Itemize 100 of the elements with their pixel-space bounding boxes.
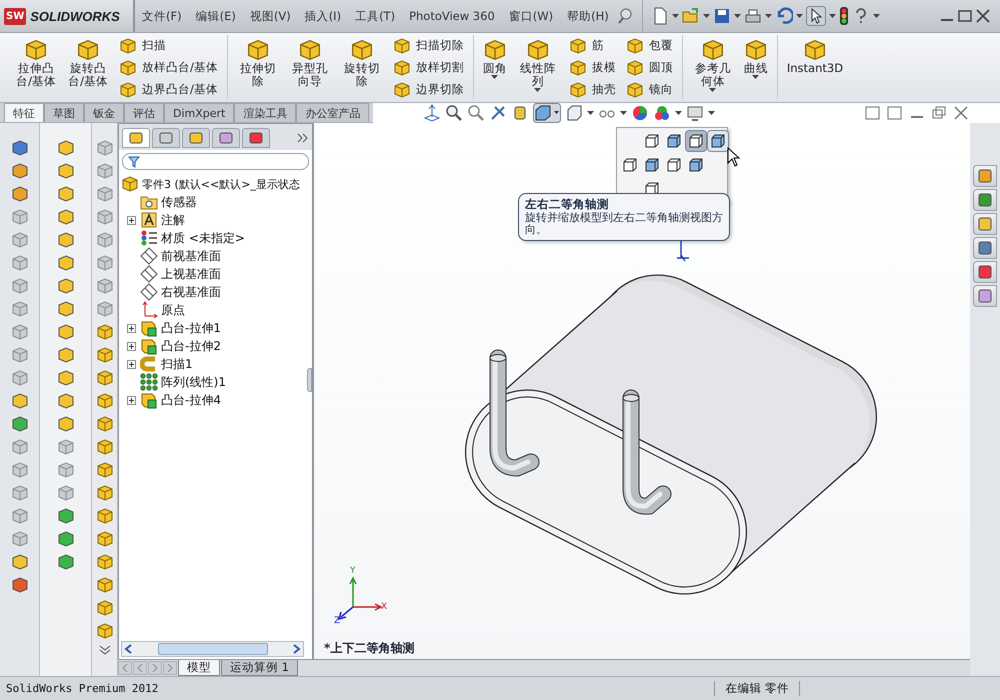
block-icon[interactable] — [10, 300, 28, 318]
ribbon-button[interactable]: Instant3D — [784, 35, 846, 99]
block-icon[interactable] — [10, 346, 28, 364]
expand-icon[interactable] — [127, 396, 136, 404]
ribbon-button[interactable]: 圆顶 — [622, 57, 676, 78]
expand-icon[interactable] — [127, 342, 136, 350]
caret-icon[interactable] — [534, 88, 542, 93]
task-pane-button[interactable] — [973, 261, 997, 283]
tool-icon[interactable] — [56, 208, 74, 226]
block-icon[interactable] — [96, 576, 114, 594]
block-icon[interactable] — [96, 461, 114, 479]
traffic-light-icon[interactable] — [838, 6, 849, 26]
block-icon[interactable] — [96, 369, 114, 387]
task-pane-button[interactable] — [973, 237, 997, 259]
expand-icon[interactable] — [127, 324, 136, 332]
tree-item[interactable]: 传感器 — [161, 194, 197, 210]
zoom-icon[interactable] — [467, 104, 486, 122]
undo-icon[interactable] — [774, 7, 793, 25]
zoom-icon[interactable] — [445, 104, 464, 122]
task-pane-button[interactable] — [973, 285, 997, 307]
caret-icon[interactable] — [709, 88, 716, 93]
caret-icon[interactable] — [675, 110, 682, 116]
tool-icon[interactable] — [10, 139, 28, 157]
block-icon[interactable] — [96, 231, 114, 249]
tree-item[interactable]: 原点 — [161, 302, 185, 318]
ribbon-button[interactable]: 扫描切除 — [390, 35, 467, 56]
block-icon[interactable] — [96, 300, 114, 318]
block-icon[interactable] — [10, 530, 28, 548]
block-icon[interactable] — [56, 461, 74, 479]
caret-icon[interactable] — [734, 14, 741, 18]
block-icon[interactable] — [10, 323, 28, 341]
panel-tab[interactable] — [152, 128, 180, 148]
ribbon-button[interactable]: 旋转切除 — [338, 35, 386, 99]
panel-collapse-handle[interactable] — [307, 368, 312, 392]
ribbon-button[interactable]: 抽壳 — [566, 79, 619, 100]
ribbon-button[interactable]: 线性阵列 — [514, 35, 562, 99]
tool-icon[interactable] — [10, 392, 28, 410]
tool-icon[interactable] — [10, 576, 28, 594]
caret-icon[interactable] — [872, 14, 880, 18]
block-icon[interactable] — [10, 507, 28, 525]
tool-icon[interactable] — [56, 277, 74, 295]
block-icon[interactable] — [10, 438, 28, 456]
menu-item[interactable]: 帮助(H) — [560, 8, 616, 24]
tool-icon[interactable] — [56, 300, 74, 318]
ribbon-button[interactable]: 拉伸凸台/基体 — [12, 35, 60, 99]
tree-item[interactable]: 材质 <未指定> — [161, 230, 245, 246]
menu-item[interactable]: 视图(V) — [242, 8, 298, 24]
ribbon-button[interactable]: 圆角 — [480, 35, 510, 99]
ribbon-button[interactable]: 镜向 — [622, 79, 676, 100]
filter-field[interactable] — [122, 153, 309, 170]
model-tab[interactable]: 运动算例 1 — [221, 660, 298, 676]
ribbon-button[interactable]: 旋转凸台/基体 — [64, 35, 112, 99]
caret-icon[interactable] — [672, 14, 679, 18]
ribbon-button[interactable]: 参考几何体 — [688, 35, 737, 99]
ribbon-button[interactable]: 放样切割 — [390, 57, 467, 78]
block-icon[interactable] — [96, 392, 114, 410]
expand-icon[interactable] — [127, 360, 136, 368]
caret-icon[interactable] — [796, 14, 803, 18]
view-option-button[interactable] — [707, 130, 729, 152]
tree-item[interactable]: 前视基准面 — [161, 248, 221, 264]
sphere-icon[interactable] — [631, 104, 650, 122]
task-pane-button[interactable] — [973, 213, 997, 235]
task-pane-button[interactable] — [973, 165, 997, 187]
save-icon[interactable] — [712, 7, 731, 25]
monitor-icon[interactable] — [686, 104, 704, 122]
menu-item[interactable]: 编辑(E) — [188, 8, 243, 24]
tool-icon[interactable] — [56, 392, 74, 410]
block-icon[interactable] — [96, 185, 114, 203]
double-chevron-icon[interactable] — [98, 645, 110, 655]
caret-icon[interactable] — [491, 75, 498, 80]
block-icon[interactable] — [56, 438, 74, 456]
block-icon[interactable] — [10, 254, 28, 272]
tool-icon[interactable] — [56, 254, 74, 272]
block-icon[interactable] — [96, 254, 114, 272]
view-option-button[interactable] — [685, 130, 707, 152]
block-icon[interactable] — [96, 438, 114, 456]
block-icon[interactable] — [96, 162, 114, 180]
tool-icon[interactable] — [56, 346, 74, 364]
tool-icon[interactable] — [10, 553, 28, 571]
block-icon[interactable] — [96, 484, 114, 502]
menu-item[interactable]: 窗口(W) — [502, 8, 560, 24]
tree-item[interactable]: 凸台-拉伸4 — [161, 392, 221, 408]
tool-icon[interactable] — [56, 415, 74, 433]
caret-icon[interactable] — [708, 110, 716, 116]
caret-icon[interactable] — [752, 75, 760, 80]
tree-item[interactable]: 注解 — [161, 212, 185, 228]
open-folder-icon[interactable] — [682, 7, 700, 25]
block-icon[interactable] — [96, 415, 114, 433]
command-tab[interactable]: 办公室产品 — [296, 103, 370, 122]
tool-icon[interactable] — [56, 507, 74, 525]
tool-icon[interactable] — [10, 185, 28, 203]
ribbon-button[interactable]: 拉伸切除 — [234, 35, 282, 99]
ribbon-button[interactable]: 边界切除 — [390, 79, 467, 100]
block-icon[interactable] — [10, 484, 28, 502]
caret-icon[interactable] — [764, 14, 772, 18]
block-icon[interactable] — [96, 139, 114, 157]
close-icon[interactable] — [952, 104, 970, 122]
panel-tab[interactable] — [242, 128, 270, 148]
tool-icon[interactable] — [56, 323, 74, 341]
block-icon[interactable] — [10, 369, 28, 387]
